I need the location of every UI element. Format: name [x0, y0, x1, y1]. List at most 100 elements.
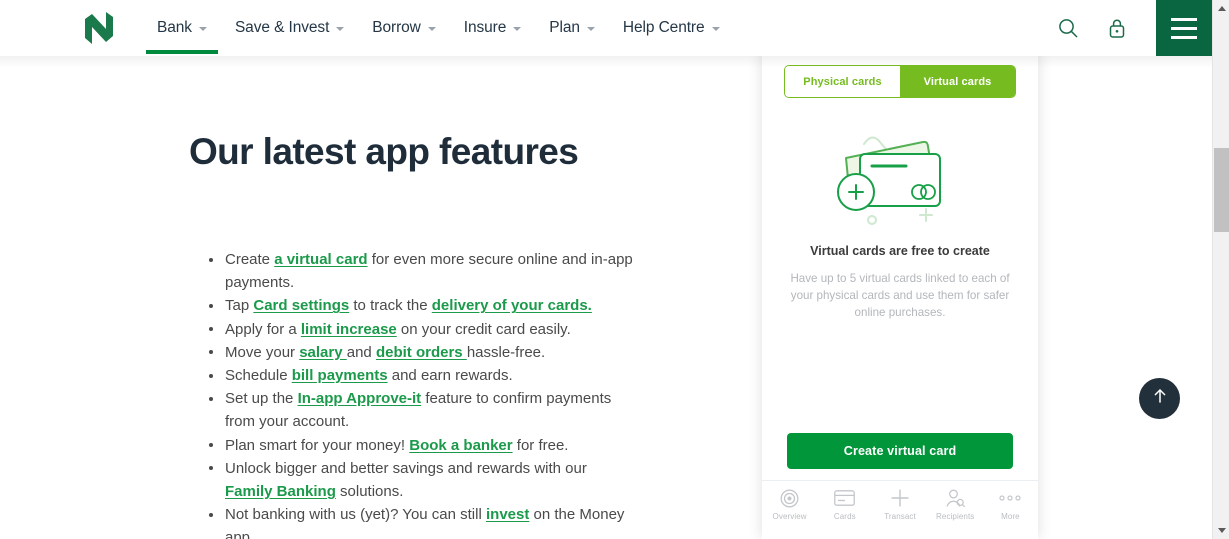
tab-label: Physical cards [803, 75, 882, 88]
list-item: Apply for a limit increase on your credi… [205, 318, 635, 341]
nav-item-plan[interactable]: Plan [535, 0, 609, 56]
feature-text: solutions. [335, 483, 404, 501]
feature-text: for free. [512, 436, 569, 454]
feature-link[interactable]: Book a banker [409, 437, 512, 454]
recipients-person-search-icon [945, 488, 966, 508]
list-item: Move your salary and debit orders hassle… [205, 341, 635, 364]
tab-virtual-cards[interactable]: Virtual cards [900, 66, 1015, 97]
list-item: Not banking with us (yet)? You can still… [205, 503, 635, 539]
feature-link[interactable]: debit orders [376, 344, 467, 361]
chevron-down-icon [198, 27, 207, 31]
feature-text: Create [225, 251, 275, 268]
card-type-segmented-control: Physical cards Virtual cards [784, 65, 1016, 98]
feature-link[interactable]: delivery of your cards. [432, 297, 592, 314]
feature-text: on your credit card easily. [396, 320, 571, 338]
tab-label: More [1001, 512, 1020, 521]
virtual-cards-illustration [820, 116, 980, 231]
app-bottom-tabbar: Overview Cards Transact Recipients More [762, 480, 1038, 539]
feature-text: and earn rewards. [387, 367, 513, 385]
page-scrollbar[interactable] [1212, 0, 1229, 539]
feature-text: to track the [349, 297, 432, 315]
header-shadow [0, 56, 1212, 68]
primary-nav: Bank Save & Invest Borrow Insure Plan He… [143, 0, 734, 56]
tab-label: Virtual cards [923, 75, 992, 88]
feature-list: Create a virtual card for even more secu… [205, 248, 635, 539]
arrow-up-icon [1151, 386, 1169, 411]
feature-text: Move your [225, 343, 300, 361]
feature-list-items: Create a virtual card for even more secu… [205, 248, 635, 539]
list-item: Tap Card settings to track the delivery … [205, 294, 635, 317]
nav-label: Help Centre [622, 19, 705, 36]
feature-link[interactable]: In-app Approve-it [298, 390, 422, 407]
nedbank-n-logo[interactable] [78, 9, 120, 47]
nav-item-bank[interactable]: Bank [143, 0, 221, 56]
nav-label: Bank [157, 19, 192, 36]
feature-text: Not banking with us (yet)? You can still [225, 506, 486, 524]
tab-label: Transact [884, 512, 916, 521]
burger-line [1171, 17, 1197, 21]
tab-label: Cards [833, 512, 856, 521]
main-content: Our latest app features Create a virtual… [0, 56, 762, 539]
page-title: Our latest app features [189, 131, 579, 172]
feature-link[interactable]: bill payments [292, 367, 388, 384]
feature-text: Schedule [225, 367, 292, 385]
nav-item-help-centre[interactable]: Help Centre [609, 0, 734, 56]
hamburger-menu-icon[interactable] [1156, 0, 1212, 56]
chevron-down-icon [513, 27, 522, 31]
header-icon-group [1057, 0, 1127, 56]
nav-item-borrow[interactable]: Borrow [358, 0, 450, 56]
triangle-down [1217, 528, 1226, 533]
feature-link[interactable]: salary [299, 344, 347, 361]
feature-link[interactable]: limit increase [301, 321, 397, 338]
scroll-up-arrow-icon[interactable] [1213, 0, 1229, 17]
feature-text: Apply for a [225, 320, 301, 338]
feature-link[interactable]: invest [486, 506, 529, 523]
tab-more[interactable]: More [983, 488, 1038, 521]
cards-icon [834, 488, 856, 508]
nav-label: Borrow [372, 19, 421, 36]
search-icon[interactable] [1057, 17, 1079, 39]
burger-line [1171, 26, 1197, 30]
list-item: Unlock bigger and better savings and rew… [205, 457, 635, 503]
feature-link[interactable]: Card settings [253, 297, 349, 314]
scroll-down-arrow-icon[interactable] [1213, 522, 1229, 539]
card-caption: Virtual cards are free to create [810, 244, 990, 258]
plus-icon [890, 488, 910, 508]
chevron-down-icon [711, 27, 720, 31]
lock-icon[interactable] [1107, 17, 1127, 39]
scrollbar-thumb[interactable] [1214, 148, 1229, 232]
card-subtext: Have up to 5 virtual cards linked to eac… [790, 272, 1010, 319]
feature-text: Tap [225, 297, 254, 315]
tab-recipients[interactable]: Recipients [928, 488, 983, 521]
chevron-down-icon [586, 27, 595, 31]
burger-line [1171, 35, 1197, 39]
feature-text: Plan smart for your money! [225, 436, 410, 454]
feature-link[interactable]: a virtual card [274, 251, 367, 268]
tab-overview[interactable]: Overview [762, 488, 817, 521]
site-header: Bank Save & Invest Borrow Insure Plan He… [0, 0, 1212, 56]
tab-label: Overview [772, 512, 807, 521]
chevron-down-icon [336, 27, 345, 31]
back-to-top-button[interactable] [1139, 378, 1180, 419]
nav-item-save-and-invest[interactable]: Save & Invest [221, 0, 358, 56]
feature-text: hassle-free. [466, 343, 546, 361]
list-item: Create a virtual card for even more secu… [205, 248, 635, 294]
create-virtual-card-button[interactable]: Create virtual card [787, 433, 1013, 469]
list-item: Plan smart for your money! Book a banker… [205, 434, 635, 457]
chevron-down-icon [427, 27, 436, 31]
tab-physical-cards[interactable]: Physical cards [785, 66, 900, 97]
feature-text: and [346, 343, 376, 361]
feature-text: Set up the [225, 390, 298, 408]
tab-cards[interactable]: Cards [817, 488, 872, 521]
feature-link[interactable]: Family Banking [225, 483, 336, 500]
list-item: Set up the In-app Approve-it feature to … [205, 387, 635, 433]
tab-transact[interactable]: Transact [872, 488, 927, 521]
nav-label: Insure [463, 19, 507, 36]
nav-label: Plan [549, 19, 580, 36]
nav-item-insure[interactable]: Insure [450, 0, 535, 56]
tab-label: Recipients [936, 512, 975, 521]
page-viewport: Bank Save & Invest Borrow Insure Plan He… [0, 0, 1212, 539]
more-dots-icon [999, 488, 1022, 508]
app-screen-mockup: Physical cards Virtual cards Virtual car… [762, 48, 1038, 539]
overview-target-icon [780, 488, 799, 508]
